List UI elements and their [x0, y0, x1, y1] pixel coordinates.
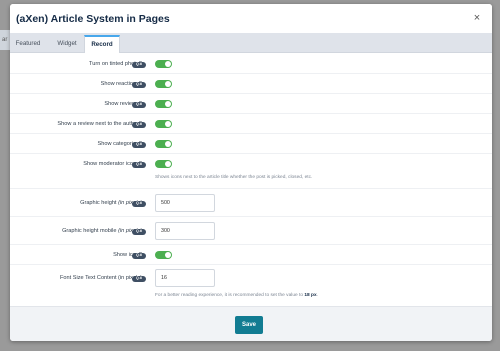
setting-badge: Q.ti	[132, 276, 146, 282]
setting-row-reviews: Show reviews? Q.ti	[10, 94, 492, 114]
setting-row-graphic-height: Graphic height (in pixels) Q.ti 500	[10, 189, 492, 217]
setting-badge: Q.ti	[132, 102, 146, 108]
setting-label: Show a review next to the author?	[57, 121, 142, 127]
setting-label-main: Graphic height mobile	[62, 228, 117, 234]
show-reactions-toggle[interactable]	[155, 80, 172, 88]
setting-badge: Q.ti	[132, 253, 146, 259]
hint-text: For a better reading experience, it is r…	[155, 293, 303, 298]
setting-badge: Q.ti	[132, 201, 146, 207]
setting-badge: Q.ti	[132, 122, 146, 128]
setting-badge: Q.ti	[132, 82, 146, 88]
tinted-photo-toggle[interactable]	[155, 60, 172, 68]
setting-row-reactions: Show reactions? Q.ti	[10, 74, 492, 94]
tab-record[interactable]: Record	[84, 35, 120, 53]
setting-label: Graphic height mobile (in pixels)	[62, 228, 142, 234]
review-next-author-toggle[interactable]	[155, 120, 172, 128]
tab-bar: Featured Widget Record	[10, 33, 492, 53]
setting-badge: Q.ti	[132, 62, 146, 68]
setting-row-font-size: Font Size Text Content (in pixels) Q.ti …	[10, 265, 492, 306]
settings-form: Turn on tinted photo? Q.ti Show reaction…	[10, 54, 492, 306]
article-system-modal: (aXen) Article System in Pages × Feature…	[10, 4, 492, 341]
setting-hint: Shows icons next to the article title wh…	[155, 175, 313, 180]
setting-hint: For a better reading experience, it is r…	[155, 293, 318, 298]
font-size-input[interactable]: 16	[155, 269, 215, 287]
setting-row-categories: Show categories? Q.ti	[10, 134, 492, 154]
show-reviews-toggle[interactable]	[155, 100, 172, 108]
modal-header: (aXen) Article System in Pages ×	[10, 4, 492, 33]
setting-row-graphic-height-mobile: Graphic height mobile (in pixels) Q.ti 3…	[10, 217, 492, 245]
setting-badge: Q.ti	[132, 142, 146, 148]
backdrop-fragment: ar	[0, 30, 10, 50]
graphic-height-input[interactable]: 500	[155, 194, 215, 212]
setting-row-tinted-photo: Turn on tinted photo? Q.ti	[10, 54, 492, 74]
hint-value: 18 px	[304, 293, 317, 298]
setting-badge: Q.ti	[132, 162, 146, 168]
setting-label-main: Graphic height	[80, 200, 117, 206]
setting-label: Font Size Text Content (in pixels)	[60, 275, 142, 281]
show-moderator-icons-toggle[interactable]	[155, 160, 172, 168]
show-categories-toggle[interactable]	[155, 140, 172, 148]
modal-footer: Save	[10, 306, 492, 341]
backdrop-text: ar	[2, 37, 8, 43]
setting-row-moderator-icons: Show moderator icons? Q.ti Shows icons n…	[10, 154, 492, 189]
close-icon[interactable]: ×	[472, 13, 482, 24]
setting-row-review-next-author: Show a review next to the author? Q.ti	[10, 114, 492, 134]
setting-badge: Q.ti	[132, 229, 146, 235]
graphic-height-mobile-input[interactable]: 300	[155, 222, 215, 240]
modal-title: (aXen) Article System in Pages	[16, 13, 170, 25]
show-icon-toggle[interactable]	[155, 251, 172, 259]
hint-suffix: .	[316, 293, 318, 298]
tab-featured[interactable]: Featured	[10, 35, 46, 53]
setting-row-show-icon: Show icon? Q.ti	[10, 245, 492, 265]
tab-widget[interactable]: Widget	[50, 35, 84, 53]
save-button[interactable]: Save	[235, 316, 263, 334]
